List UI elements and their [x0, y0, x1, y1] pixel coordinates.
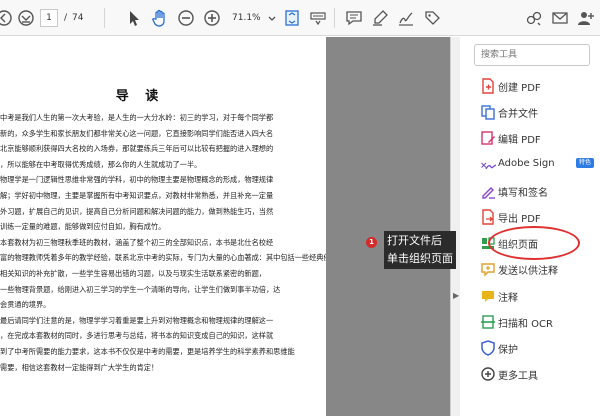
- svg-text:×: ×: [480, 161, 488, 171]
- page-number-input[interactable]: 1: [40, 9, 58, 27]
- mail-icon[interactable]: [550, 8, 570, 28]
- tag-icon[interactable]: [422, 8, 442, 28]
- tool-item-send-for-comments[interactable]: 发送以供注释: [460, 256, 600, 282]
- document-line: 北京能够顺利获得四大名校的入场券，那就要练兵三年后可以比较有把握的进入理想的: [0, 144, 274, 154]
- callout-line-2: 单击组织页面: [387, 252, 453, 265]
- adobe-sign-icon: ×: [480, 157, 496, 173]
- tool-item-label: 发送以供注释: [498, 266, 558, 278]
- send-for-comments-icon: [480, 261, 496, 278]
- highlight-ellipse: [488, 226, 580, 260]
- tool-item-label: 填写和签名: [498, 187, 548, 199]
- combine-files-icon: [480, 104, 496, 120]
- document-gutter: [326, 37, 450, 416]
- page-total: 74: [72, 13, 84, 23]
- document-title: 导 读: [115, 89, 165, 104]
- document-line: 新的，众多学生和家长朋友们都非常关心这一问题，它直接影响同学们能否进入四大名: [0, 128, 274, 138]
- share-link-icon[interactable]: [524, 8, 544, 28]
- document-line: 训练一定量的难题，能够做到应付自如，胸有成竹。: [0, 222, 166, 232]
- callout-line-1: 打开文件后: [387, 234, 442, 247]
- tool-item-fill-sign[interactable]: 填写和签名: [460, 178, 600, 204]
- zoom-out-icon[interactable]: [176, 8, 196, 28]
- keyboard-icon[interactable]: [308, 8, 328, 28]
- fill-sign-icon: [480, 183, 496, 199]
- document-line: 富的物理教师凭着多年的教学经验，联系北京中考的实际，专门为大量的心血著成：其中包…: [0, 253, 326, 263]
- more-tools-icon: [480, 366, 496, 382]
- tool-item-label: 合并文件: [498, 109, 538, 121]
- document-line: 物理学是一门逻辑性思维非常强的学科，初中的物理主要是物理概念的形成，物理规律: [0, 175, 274, 185]
- document-line: ，在完成本套教材的同时，多进行思考与总结，将书本的知识变成自己的知识，这样就: [0, 331, 274, 341]
- tool-item-comment[interactable]: 注释: [460, 283, 600, 309]
- chevron-right-icon[interactable]: ▶: [453, 291, 459, 300]
- tool-item-label: 扫描和 OCR: [498, 318, 553, 330]
- sign-icon[interactable]: [396, 8, 416, 28]
- document-page: 导 读 中考是我们人生的第一次大考验，是人生的一大分水岭：初三的学习，对于每个同…: [0, 37, 326, 416]
- tool-item-more-tools[interactable]: 更多工具: [460, 361, 600, 387]
- comment-icon[interactable]: [344, 8, 364, 28]
- tool-item-adobe-sign[interactable]: × Adobe Sign 特色: [460, 152, 600, 178]
- document-line: 本套教材为初三物理秋季班的教材，涵盖了整个初三的全部知识点，本书是北仕名校经: [0, 237, 274, 247]
- toolbar-divider: [104, 8, 105, 28]
- tool-item-label: 导出 PDF: [498, 214, 541, 225]
- document-line: 会贯通的境界。: [0, 300, 51, 310]
- protect-icon: [480, 340, 496, 356]
- tool-item-combine-files[interactable]: 合并文件: [460, 99, 600, 125]
- step-number-badge: 1: [366, 237, 377, 248]
- fit-page-icon[interactable]: [282, 8, 302, 28]
- document-line: 需要，相信这套教材一定能得到广大学生的肯定！: [0, 362, 159, 372]
- document-line: 外习题，扩展自己的见识，提高自己分析问题和解决问题的能力，做到熟能生巧，当然: [0, 206, 274, 216]
- tool-item-label: Adobe Sign: [498, 157, 555, 169]
- add-user-icon[interactable]: [576, 8, 596, 28]
- toolbar: 1 / 74 71.1%: [0, 0, 600, 36]
- zoom-dropdown-icon[interactable]: [262, 8, 276, 28]
- document-body: 中考是我们人生的第一次大考验，是人生的一大分水岭：初三的学习，对于每个同学都 新的…: [0, 110, 326, 375]
- tool-item-label: 编辑 PDF: [498, 135, 541, 147]
- highlighter-icon[interactable]: [370, 8, 390, 28]
- document-line: 最后请同学们注意的是，物理学学习着重是要上升到对物理概念和物理规律的理解这一: [0, 315, 274, 325]
- scan-ocr-icon: [480, 314, 496, 330]
- export-pdf-icon: [480, 209, 496, 225]
- tool-item-label: 注释: [498, 292, 518, 304]
- tools-search-input[interactable]: [474, 44, 590, 66]
- instruction-callout: 打开文件后 单击组织页面: [384, 231, 456, 269]
- zoom-in-icon[interactable]: [202, 8, 222, 28]
- tool-item-label: 更多工具: [498, 371, 538, 383]
- document-line: ，所以能够在中考取得优秀成绩，那么你的人生就成功了一半。: [0, 159, 202, 169]
- tool-item-scan-ocr[interactable]: 扫描和 OCR: [460, 309, 600, 335]
- collapse-pane-handle[interactable]: ▶: [450, 37, 460, 416]
- tool-item-label: 保护: [498, 345, 518, 356]
- tool-item-protect[interactable]: 保护: [460, 335, 600, 361]
- document-line: 到了中考所需要的能力要求，这本书不仅仅是中考的需要，更是培养学生的科学素养和思维…: [0, 346, 295, 356]
- select-cursor-icon[interactable]: [124, 8, 144, 28]
- tool-item-label: 创建 PDF: [498, 83, 541, 94]
- document-line: 中考是我们人生的第一次大考验，是人生的一大分水岭：初三的学习，对于每个同学都: [0, 113, 274, 122]
- page-down-icon[interactable]: [16, 8, 36, 28]
- tool-item-create-pdf[interactable]: 创建 PDF: [460, 73, 600, 99]
- arrow-left-icon[interactable]: [0, 8, 14, 28]
- toolbar-divider-2: [334, 8, 335, 28]
- featured-badge: 特色: [576, 157, 595, 168]
- tool-item-edit-pdf[interactable]: 编辑 PDF: [460, 125, 600, 151]
- edit-pdf-icon: [480, 130, 496, 146]
- page-separator: /: [64, 13, 68, 23]
- document-line: 相关知识的补充扩散，一些学生容易出错的习题，以及与现实生活联系紧密的新题，: [0, 268, 266, 278]
- comment-icon: [480, 288, 496, 304]
- document-line: 解；学好初中物理，主要是掌握所有中考知识要点，对教材非常熟悉，并且补充一定量: [0, 190, 274, 200]
- hand-icon[interactable]: [150, 8, 170, 28]
- document-line: 一些物理背景题，给刚进入初三学习的学生一个清晰的导向，让学生们做到事半功倍，达: [0, 284, 281, 294]
- create-pdf-icon: [480, 78, 496, 94]
